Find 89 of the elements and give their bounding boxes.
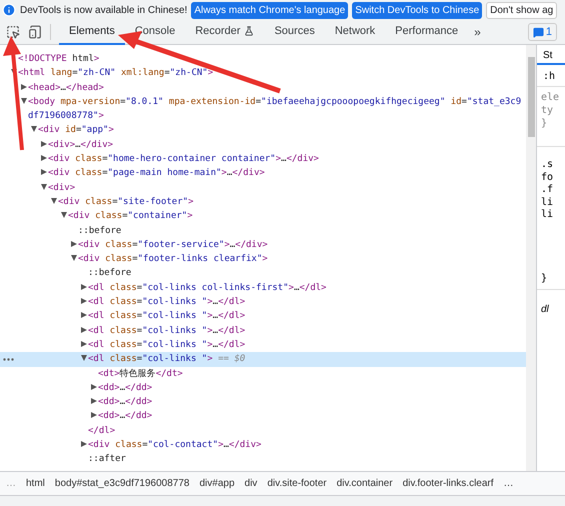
more-options-icon[interactable]	[3, 358, 14, 362]
collapsed-triangle-icon[interactable]	[81, 312, 87, 318]
dom-node-text: <dt>特色服务</dt>	[98, 368, 184, 381]
dom-node-text: <div id="app">	[38, 124, 115, 138]
breadcrumb-item[interactable]: div.site-footer	[267, 476, 327, 491]
dom-node-text: <dl class="col-links ">…</dl>	[88, 324, 246, 338]
breadcrumb-overflow[interactable]: …	[504, 476, 514, 491]
style-line: ele	[541, 91, 560, 104]
panel-tab[interactable]: Console	[124, 20, 186, 44]
flask-icon	[244, 26, 254, 36]
collapsed-triangle-icon[interactable]	[41, 155, 47, 162]
breadcrumb-item[interactable]: div#app	[199, 476, 235, 491]
dom-node-text: <div class="site-footer">	[58, 196, 194, 209]
collapsed-triangle-icon[interactable]	[91, 412, 97, 418]
expanded-triangle-icon[interactable]	[71, 255, 77, 262]
collapsed-triangle-icon[interactable]	[21, 84, 27, 90]
dom-node-text: </dl>	[88, 424, 116, 438]
collapsed-triangle-icon[interactable]	[81, 284, 87, 290]
device-toolbar-icon[interactable]	[28, 25, 42, 39]
info-message: DevTools is now available in Chinese!	[20, 4, 188, 18]
breadcrumb-item[interactable]: div.footer-links.clearf	[402, 476, 494, 491]
collapsed-triangle-icon[interactable]	[81, 441, 87, 448]
dismiss-button[interactable]: Don't show ag	[486, 2, 558, 18]
dom-node-text: <dd>…</dd>	[98, 410, 154, 424]
dom-node-text: <div>…</div>	[48, 138, 114, 152]
collapsed-triangle-icon[interactable]	[91, 398, 97, 404]
style-line: li	[541, 196, 554, 209]
expanded-triangle-icon[interactable]	[51, 198, 57, 204]
panel-tab[interactable]: Sources	[264, 20, 325, 44]
dom-node-text: <div class="page-main home-main">…</div>	[48, 167, 266, 180]
panel-tab[interactable]: Performance	[385, 20, 468, 44]
panel-tab[interactable]: Recorder	[185, 20, 264, 44]
collapsed-triangle-icon[interactable]	[41, 140, 47, 147]
selected-row[interactable]: <dl class="col-links "> == $0	[0, 352, 526, 367]
dom-node-text: ::after	[88, 453, 127, 466]
collapsed-triangle-icon[interactable]	[81, 340, 87, 347]
more-tabs-button[interactable]: »	[468, 23, 487, 41]
inspect-icon[interactable]	[6, 25, 20, 39]
expanded-triangle-icon[interactable]	[11, 69, 17, 76]
breadcrumb-item[interactable]: body#stat_e3c9df7196008778	[54, 476, 190, 491]
language-button[interactable]: Switch DevTools to Chinese	[352, 2, 482, 18]
dom-node-text: <dl class="col-links ">…</dl>	[88, 338, 246, 352]
dom-node-text: <html lang="zh-CN" xml:lang="zh-CN">	[18, 67, 214, 80]
dom-node-text: <dl class="col-links col-links-first">…</dl>	[88, 282, 328, 295]
dom-node-text: <div class="footer-links clearfix">	[78, 253, 269, 266]
expanded-triangle-icon[interactable]	[61, 212, 67, 218]
dom-node-text: <head>…</head>	[28, 82, 105, 95]
dom-node-text: <dl class="col-links ">…</dl>	[88, 310, 246, 324]
breadcrumb-item[interactable]: div	[244, 476, 258, 491]
dom-node-text: <div class="home-hero-container container">…</div>	[48, 153, 320, 166]
dom-node-text: <dd>…</dd>	[98, 382, 154, 395]
style-line: .s	[541, 159, 554, 172]
language-button[interactable]: Always match Chrome's language	[191, 2, 348, 18]
collapsed-triangle-icon[interactable]	[81, 298, 87, 304]
style-line: }	[541, 117, 548, 130]
dom-node-text: ::before	[78, 224, 122, 238]
dom-node-text: <div class="container">	[68, 210, 194, 224]
expanded-triangle-icon[interactable]	[81, 355, 87, 362]
style-line: }	[541, 272, 548, 285]
dom-node-text: <body mpa-version="8.0.1" mpa-extension-id="ibefaeehajgcpooopoegkifhgecigeeg" id="stat_e3c9df7196008778">	[28, 96, 522, 124]
dom-node-text: <dl class="col-links "> == $0	[88, 353, 246, 366]
expanded-triangle-icon[interactable]	[31, 126, 37, 132]
style-line: .f	[541, 184, 554, 196]
info-icon	[2, 3, 16, 17]
dom-node-text: <!DOCTYPE html>	[18, 53, 100, 66]
dom-node-text: <div>	[48, 182, 76, 195]
dom-node-text: <div class="footer-service">…</div>	[78, 238, 269, 252]
dom-node-text: ::before	[88, 267, 132, 280]
filter-field[interactable]: :h	[537, 65, 565, 87]
style-line: ty	[541, 104, 554, 117]
expanded-triangle-icon[interactable]	[41, 184, 47, 190]
dom-node-text: <dl class="col-links ">…</dl>	[88, 296, 246, 310]
dom-node-text: <div class="col-contact">…</div>	[88, 439, 262, 452]
style-line: fo	[541, 172, 554, 184]
collapsed-triangle-icon[interactable]	[71, 240, 77, 247]
style-line: dl	[540, 303, 550, 317]
panel-tab[interactable]: Network	[324, 20, 386, 44]
collapsed-triangle-icon[interactable]	[81, 326, 87, 333]
issues-button[interactable]: 1	[528, 23, 557, 41]
style-line: li	[541, 209, 554, 222]
breadcrumb-item[interactable]: div.container	[336, 476, 393, 491]
expanded-triangle-icon[interactable]	[21, 98, 27, 104]
styles-tab[interactable]: St	[537, 45, 565, 65]
message-icon	[532, 26, 544, 38]
collapsed-triangle-icon[interactable]	[41, 169, 47, 176]
breadcrumb-item[interactable]: html	[26, 476, 45, 491]
collapsed-triangle-icon[interactable]	[91, 384, 97, 390]
scrollbar[interactable]	[526, 45, 536, 471]
dom-node-text: <dd>…</dd>	[98, 396, 154, 410]
